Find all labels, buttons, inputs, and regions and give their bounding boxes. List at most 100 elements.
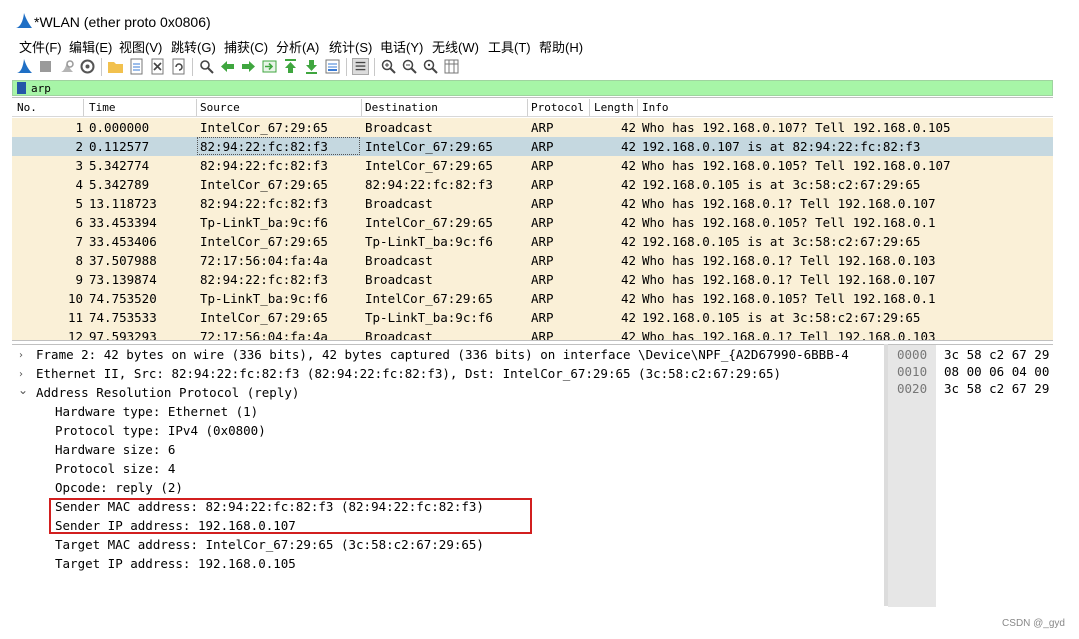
hex-bytes-row[interactable]: 08 00 06 04 00 xyxy=(944,364,1049,379)
tree-item-protocol-type[interactable]: Protocol type: IPv4 (0x0800) xyxy=(55,423,266,438)
forward-icon[interactable] xyxy=(240,58,257,75)
menu-capture[interactable]: 捕获(C) xyxy=(224,37,268,56)
open-icon[interactable] xyxy=(107,58,124,75)
hex-bytes-row[interactable]: 3c 58 c2 67 29 xyxy=(944,347,1049,362)
cell-info: 192.168.0.105 is at 3c:58:c2:67:29:65 xyxy=(642,310,921,325)
menu-wireless[interactable]: 无线(W) xyxy=(432,37,479,56)
expand-arrow-icon[interactable]: › xyxy=(19,350,23,361)
goto-icon[interactable] xyxy=(261,58,278,75)
cell-no: 3 xyxy=(75,158,83,173)
menu-analyze[interactable]: 分析(A) xyxy=(276,37,319,56)
cell-info: 192.168.0.107 is at 82:94:22:fc:82:f3 xyxy=(642,139,921,154)
cell-info: Who has 192.168.0.107? Tell 192.168.0.10… xyxy=(642,120,951,135)
cell-source: 82:94:22:fc:82:f3 xyxy=(200,196,328,211)
hex-offset: 0000 xyxy=(897,347,928,362)
cell-time: 73.139874 xyxy=(89,272,157,287)
tree-item-target-mac[interactable]: Target MAC address: IntelCor_67:29:65 (3… xyxy=(55,537,484,552)
back-icon[interactable] xyxy=(219,58,236,75)
column-header-time[interactable]: Time xyxy=(89,101,116,114)
menu-file[interactable]: 文件(F) xyxy=(19,37,62,56)
packet-row[interactable]: 9 73.139874 82:94:22:fc:82:f3 Broadcast ARP 4… xyxy=(12,270,1053,289)
menu-statistics[interactable]: 统计(S) xyxy=(329,37,372,56)
last-icon[interactable] xyxy=(303,58,320,75)
menu-telephony[interactable]: 电话(Y) xyxy=(380,37,423,56)
packet-row[interactable]: 4 5.342789 IntelCor_67:29:65 82:94:22:fc:82… xyxy=(12,175,1053,194)
bookmark-icon[interactable] xyxy=(17,82,26,94)
hex-bytes-row[interactable]: 3c 58 c2 67 29 xyxy=(944,381,1049,396)
cell-info: Who has 192.168.0.1? Tell 192.168.0.103 xyxy=(642,253,936,268)
cell-no: 8 xyxy=(75,253,83,268)
restart-icon[interactable] xyxy=(58,58,75,75)
cell-destination: Tp-LinkT_ba:9c:f6 xyxy=(365,310,493,325)
cell-info: Who has 192.168.0.105? Tell 192.168.0.1 xyxy=(642,215,936,230)
column-header-length[interactable]: Length xyxy=(594,101,634,114)
tree-item-opcode[interactable]: Opcode: reply (2) xyxy=(55,480,183,495)
resize-columns-icon[interactable] xyxy=(443,58,460,75)
zoom-in-icon[interactable] xyxy=(380,58,397,75)
cell-destination: Tp-LinkT_ba:9c:f6 xyxy=(365,234,493,249)
zoom-reset-icon[interactable] xyxy=(422,58,439,75)
tree-item-hardware-type[interactable]: Hardware type: Ethernet (1) xyxy=(55,404,258,419)
tree-item-ethernet[interactable]: Ethernet II, Src: 82:94:22:fc:82:f3 (82:… xyxy=(36,366,781,381)
cell-time: 0.112577 xyxy=(89,139,150,154)
cell-destination: Broadcast xyxy=(365,120,433,135)
stop-icon[interactable] xyxy=(37,58,54,75)
packet-row[interactable]: 6 33.453394 Tp-LinkT_ba:9c:f6 IntelCor_67:2… xyxy=(12,213,1053,232)
packet-row[interactable]: 7 33.453406 IntelCor_67:29:65 Tp-LinkT_ba:9… xyxy=(12,232,1053,251)
column-header-info[interactable]: Info xyxy=(642,101,669,114)
cell-protocol: ARP xyxy=(531,177,554,192)
menu-edit[interactable]: 编辑(E) xyxy=(69,37,112,56)
cell-protocol: ARP xyxy=(531,291,554,306)
cell-length: 42 xyxy=(620,329,636,341)
cell-length: 42 xyxy=(620,158,636,173)
zoom-out-icon[interactable] xyxy=(401,58,418,75)
save-icon[interactable] xyxy=(128,58,145,75)
column-header-source[interactable]: Source xyxy=(200,101,240,114)
expand-arrow-icon[interactable]: › xyxy=(19,369,23,380)
find-icon[interactable] xyxy=(198,58,215,75)
cell-info: 192.168.0.105 is at 3c:58:c2:67:29:65 xyxy=(642,177,921,192)
cell-time: 5.342789 xyxy=(89,177,150,192)
tree-item-target-ip[interactable]: Target IP address: 192.168.0.105 xyxy=(55,556,296,571)
cell-info: 192.168.0.105 is at 3c:58:c2:67:29:65 xyxy=(642,234,921,249)
cell-source: IntelCor_67:29:65 xyxy=(200,234,328,249)
colorize-icon[interactable] xyxy=(352,58,369,75)
first-icon[interactable] xyxy=(282,58,299,75)
autoscroll-icon[interactable] xyxy=(324,58,341,75)
packet-row[interactable]: 8 37.507988 72:17:56:04:fa:4a Broadcast ARP 4… xyxy=(12,251,1053,270)
packet-row[interactable]: 1 0.000000 IntelCor_67:29:65 Broadcast ARP 42… xyxy=(12,118,1053,137)
column-header-protocol[interactable]: Protocol xyxy=(531,101,584,114)
packet-row[interactable]: 5 13.118723 82:94:22:fc:82:f3 Broadcast ARP 4… xyxy=(12,194,1053,213)
packet-row[interactable]: 2 0.112577 82:94:22:fc:82:f3 IntelCor_67:29… xyxy=(12,137,1053,156)
reload-icon[interactable] xyxy=(170,58,187,75)
display-filter-input[interactable] xyxy=(31,81,1031,95)
menu-tools[interactable]: 工具(T) xyxy=(488,37,531,56)
cell-no: 10 xyxy=(67,291,83,306)
tree-item-arp[interactable]: Address Resolution Protocol (reply) xyxy=(36,385,299,400)
cell-source: 82:94:22:fc:82:f3 xyxy=(200,158,328,173)
tree-item-frame[interactable]: Frame 2: 42 bytes on wire (336 bits), 42… xyxy=(36,347,849,362)
tree-item-hardware-size[interactable]: Hardware size: 6 xyxy=(55,442,175,457)
cell-no: 2 xyxy=(75,139,83,154)
window-title: *WLAN (ether proto 0x0806) xyxy=(34,14,211,30)
menu-help[interactable]: 帮助(H) xyxy=(539,37,583,56)
options-icon[interactable] xyxy=(79,58,96,75)
menu-go[interactable]: 跳转(G) xyxy=(171,37,216,56)
tree-item-protocol-size[interactable]: Protocol size: 4 xyxy=(55,461,175,476)
collapse-arrow-icon[interactable]: ⌄ xyxy=(18,383,28,397)
shark-fin-icon[interactable] xyxy=(16,58,33,75)
packet-row[interactable]: 11 74.753533 IntelCor_67:29:65 Tp-LinkT_ba:… xyxy=(12,308,1053,327)
packet-row[interactable]: 12 97.593293 72:17:56:04:fa:4a Broadcast ARP… xyxy=(12,327,1053,341)
cell-length: 42 xyxy=(620,120,636,135)
packet-row[interactable]: 3 5.342774 82:94:22:fc:82:f3 IntelCor_67:29… xyxy=(12,156,1053,175)
close-file-icon[interactable] xyxy=(149,58,166,75)
shark-fin-icon xyxy=(16,13,32,28)
menu-view[interactable]: 视图(V) xyxy=(119,37,162,56)
watermark: CSDN @_gyd xyxy=(1002,618,1065,629)
column-header-destination[interactable]: Destination xyxy=(365,101,438,114)
highlight-annotation-box xyxy=(49,498,532,534)
display-filter-bar xyxy=(12,80,1053,96)
cell-protocol: ARP xyxy=(531,158,554,173)
column-header-no[interactable]: No. xyxy=(17,101,37,114)
packet-row[interactable]: 10 74.753520 Tp-LinkT_ba:9c:f6 IntelCor_67:… xyxy=(12,289,1053,308)
